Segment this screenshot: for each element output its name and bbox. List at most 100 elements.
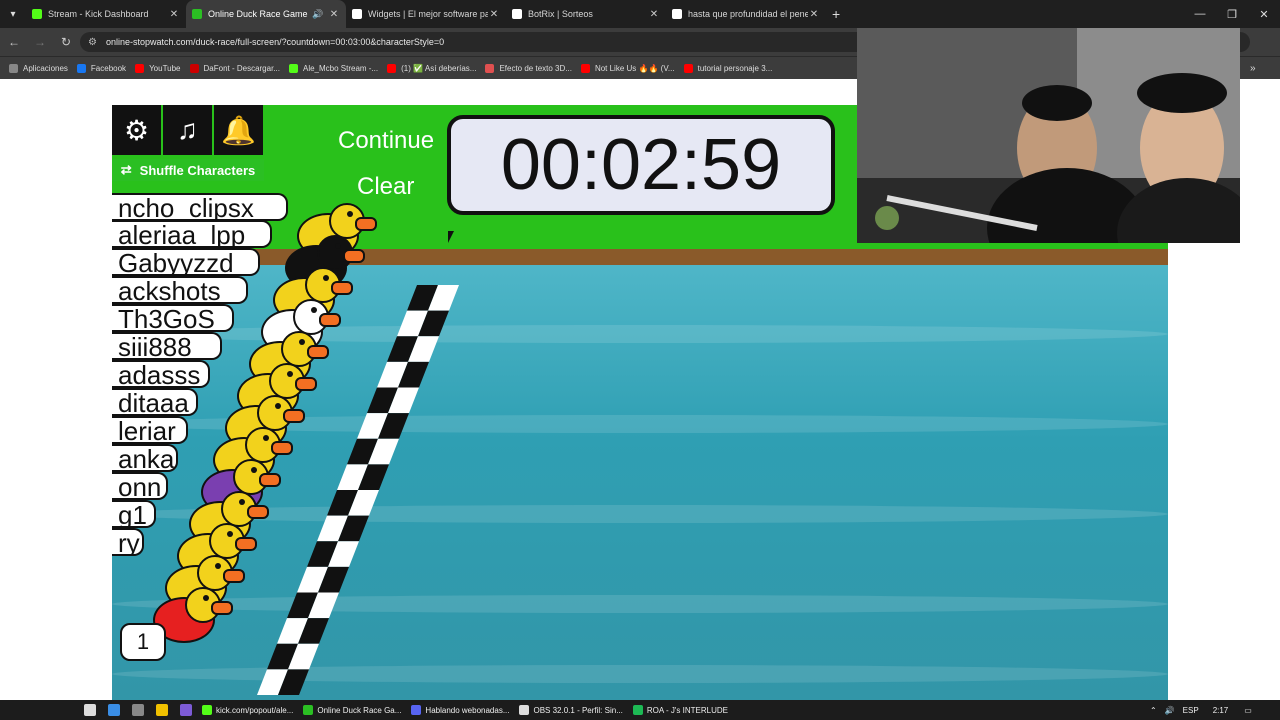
close-tab-icon[interactable]: ✕ xyxy=(648,9,660,20)
bookmark-label: Facebook xyxy=(90,63,127,73)
bookmark-icon xyxy=(135,63,145,73)
bookmark-item[interactable]: DaFont - Descargar... xyxy=(189,63,280,73)
forward-button[interactable]: → xyxy=(28,30,52,54)
racer-name-label: ditaaa xyxy=(112,388,198,416)
bookmark-item[interactable]: (1) ✅ Así deberías... xyxy=(387,63,476,73)
bookmark-item[interactable]: Not Like Us 🔥🔥 (V... xyxy=(580,63,675,73)
racer-name-label: adasss xyxy=(112,360,210,388)
app-icon[interactable] xyxy=(132,704,144,716)
bookmark-icon xyxy=(485,63,495,73)
shuffle-icon: ⇄ xyxy=(120,162,132,177)
clear-button[interactable]: Clear xyxy=(357,173,414,201)
shuffle-characters-button[interactable]: ⇄ Shuffle Characters xyxy=(112,159,264,181)
bookmark-item[interactable]: Aplicaciones xyxy=(9,63,68,73)
webcam-video xyxy=(857,28,1240,243)
taskbar-app-label: kick.com/popout/ale... xyxy=(216,705,294,715)
notification-icon[interactable]: ▭ xyxy=(1244,706,1252,715)
close-window-button[interactable]: ✕ xyxy=(1248,0,1280,28)
tab-1[interactable]: Online Duck Race Game 🔊 ✕ xyxy=(186,0,346,28)
tab-4[interactable]: hasta que profundidad el pene ✕ xyxy=(666,0,826,28)
close-tab-icon[interactable]: ✕ xyxy=(328,9,340,20)
tab-title: BotRix | Sorteos xyxy=(528,9,593,19)
chevron-up-icon[interactable]: ⌃ xyxy=(1150,706,1157,715)
bookmark-icon xyxy=(76,63,86,73)
bookmark-icon xyxy=(683,63,693,73)
tab-search-button[interactable]: ▾ xyxy=(0,0,26,28)
taskbar-app-label: ROA - J's INTERLUDE xyxy=(646,705,728,715)
settings-button[interactable]: ⚙ xyxy=(112,105,161,155)
taskbar-app-label: OBS 32.0.1 - Perfil: Sin... xyxy=(533,705,623,715)
minimize-button[interactable]: — xyxy=(1184,0,1216,28)
bookmark-item[interactable]: Facebook xyxy=(76,63,127,73)
game-controls: ⚙ ♫ 🔔 ⇄ Shuffle Characters xyxy=(112,105,264,183)
arrow-right-icon: → xyxy=(34,35,46,49)
restore-button[interactable]: ❐ xyxy=(1216,0,1248,28)
taskbar-app[interactable]: Hablando webonadas... xyxy=(411,705,509,715)
close-tab-icon[interactable]: ✕ xyxy=(168,9,180,20)
countdown-timer: 00:02:59 xyxy=(447,115,835,215)
racer-name-label: aleriaa_lpp xyxy=(112,220,272,248)
app-icon xyxy=(411,705,422,715)
more-bookmarks-button[interactable]: » xyxy=(1250,63,1256,74)
app2-icon[interactable] xyxy=(180,704,192,716)
bookmark-label: Aplicaciones xyxy=(23,63,68,73)
bookmark-item[interactable]: tutorial personaje 3... xyxy=(683,63,773,73)
bookmark-item[interactable]: Ale_Mcbo Stream -... xyxy=(288,63,379,73)
chevron-down-icon: ▾ xyxy=(10,8,16,20)
system-tray[interactable]: ⌃ 🔊 ESP 2:17 ▭ xyxy=(1150,700,1252,720)
webcam-overlay xyxy=(857,28,1240,243)
taskbar-app[interactable]: OBS 32.0.1 - Perfil: Sin... xyxy=(519,705,623,715)
racer-name-label: Gabyyzzd xyxy=(112,248,260,276)
bookmark-label: Ale_Mcbo Stream -... xyxy=(302,63,379,73)
tab-2[interactable]: Widgets | El mejor software par ✕ xyxy=(346,0,506,28)
racer-name-label: ncho_clipsx xyxy=(112,193,288,221)
reload-button[interactable]: ↻ xyxy=(54,30,78,54)
music-button[interactable]: ♫ xyxy=(163,105,212,155)
taskbar-app[interactable]: ROA - J's INTERLUDE xyxy=(632,705,728,715)
tab-favicon-icon xyxy=(512,9,522,19)
site-info-icon[interactable]: ⚙ xyxy=(88,37,98,48)
tab-title: Online Duck Race Game xyxy=(208,9,308,19)
tab-favicon-icon xyxy=(32,9,42,19)
bookmark-icon xyxy=(189,63,199,73)
new-tab-button[interactable]: + xyxy=(832,6,840,22)
chevron-double-right-icon: » xyxy=(1250,62,1256,74)
continue-button[interactable]: Continue xyxy=(338,127,434,155)
bookmark-label: YouTube xyxy=(149,63,181,73)
taskbar-app[interactable]: Online Duck Race Ga... xyxy=(303,705,401,715)
browser-icon[interactable] xyxy=(108,704,120,716)
racer-name-label: leriar xyxy=(112,416,188,444)
bookmark-item[interactable]: YouTube xyxy=(135,63,181,73)
lang-indicator[interactable]: ESP xyxy=(1183,706,1199,715)
close-tab-icon[interactable]: ✕ xyxy=(488,9,500,20)
tab-0[interactable]: Stream - Kick Dashboard ✕ xyxy=(26,0,186,28)
bookmark-label: tutorial personaje 3... xyxy=(697,63,773,73)
volume-icon[interactable]: 🔊 xyxy=(1165,706,1175,715)
racer-name-label: anka xyxy=(112,444,178,472)
arrow-left-icon: ← xyxy=(8,35,20,49)
reload-icon: ↻ xyxy=(60,35,72,49)
taskbar: kick.com/popout/ale... Online Duck Race G… xyxy=(0,700,1280,720)
gear-icon: ⚙ xyxy=(123,114,150,146)
speaker-icon[interactable]: 🔊 xyxy=(312,9,324,20)
tab-favicon-icon xyxy=(672,9,682,19)
tab-title: Widgets | El mejor software par xyxy=(368,9,488,19)
explorer-icon[interactable] xyxy=(156,704,168,716)
bookmark-item[interactable]: Efecto de texto 3D... xyxy=(485,63,572,73)
racer-name-label: ackshots xyxy=(112,276,248,304)
mouse-cursor xyxy=(448,231,460,243)
bookmark-label: DaFont - Descargar... xyxy=(203,63,280,73)
app-icon xyxy=(632,705,643,715)
sound-button[interactable]: 🔔 xyxy=(214,105,263,155)
back-button[interactable]: ← xyxy=(2,30,26,54)
racer-name-label: g1 xyxy=(112,500,156,528)
clock[interactable]: 2:17 xyxy=(1213,706,1229,715)
racer-name-label: Th3GoS xyxy=(112,304,234,332)
close-tab-icon[interactable]: ✕ xyxy=(808,9,820,20)
app-icon xyxy=(202,705,212,715)
taskbar-app-label: Online Duck Race Ga... xyxy=(317,705,402,715)
taskbar-app[interactable]: kick.com/popout/ale... xyxy=(202,705,293,715)
tab-3[interactable]: BotRix | Sorteos ✕ xyxy=(506,0,666,28)
close-icon: ✕ xyxy=(1259,8,1269,21)
start-icon[interactable] xyxy=(84,704,96,716)
